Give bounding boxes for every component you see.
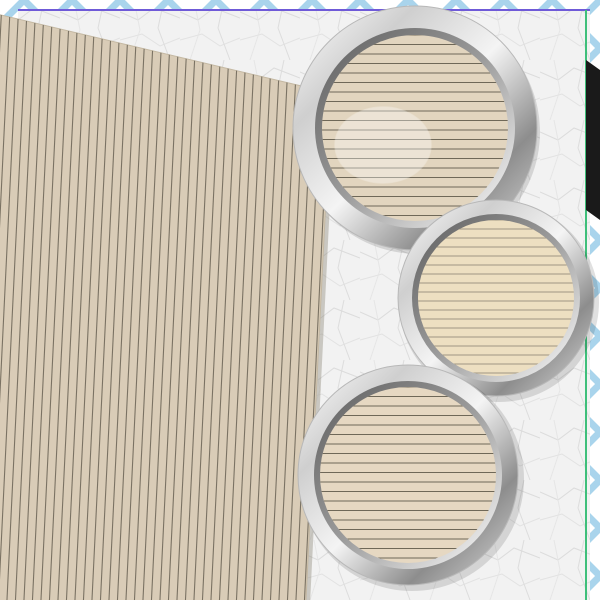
- glass-highlight: [418, 220, 574, 376]
- paper-collage-canvas: [0, 0, 600, 600]
- glass-highlight: [334, 106, 432, 184]
- lined-paper-sheet: [0, 10, 335, 600]
- collage-svg: [0, 0, 600, 600]
- dark-corner-shape: [586, 60, 600, 220]
